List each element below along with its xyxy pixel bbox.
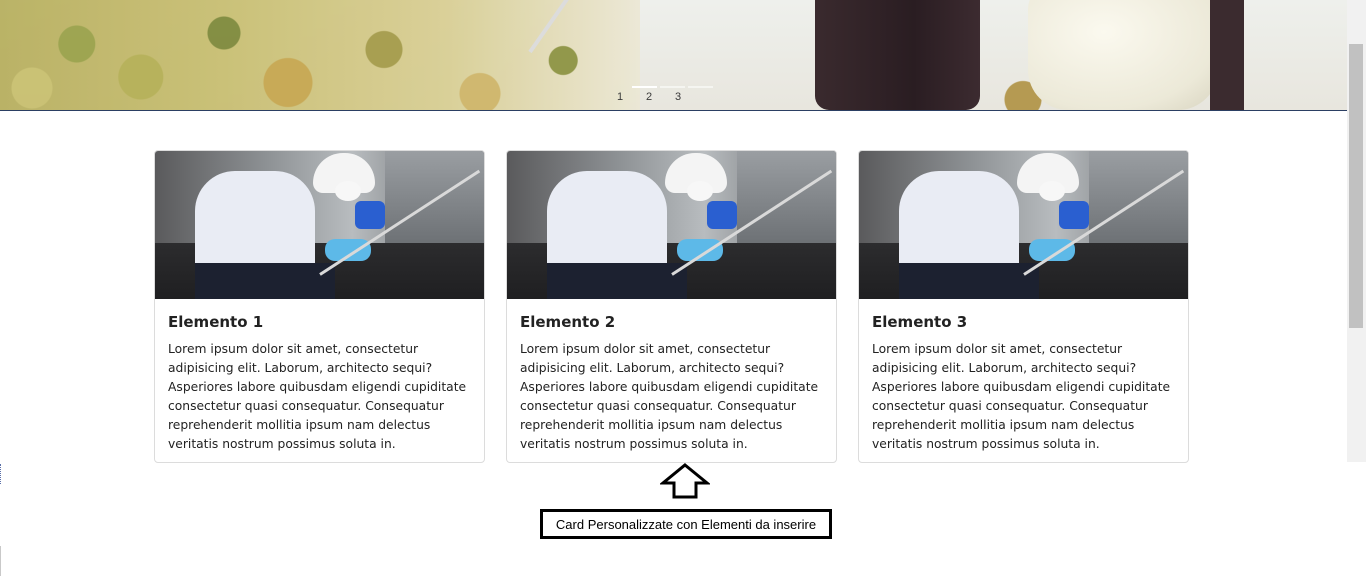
carousel-indicator-label[interactable]: 2 — [646, 91, 675, 103]
image-spray-tool — [707, 201, 737, 229]
annotation-label: Card Personalizzate con Elementi da inse… — [540, 509, 832, 539]
card-body: Elemento 2 Lorem ipsum dolor sit amet, c… — [507, 299, 836, 462]
card-body: Elemento 3 Lorem ipsum dolor sit amet, c… — [859, 299, 1188, 462]
card-text: Lorem ipsum dolor sit amet, consectetur … — [168, 342, 467, 451]
page-edge-divider — [0, 546, 1, 576]
carousel-indicators — [632, 86, 713, 88]
carousel-indicator-label[interactable]: 1 — [617, 91, 646, 103]
card-title: Elemento 1 — [168, 313, 264, 331]
card-title: Elemento 2 — [520, 313, 616, 331]
image-spray-tool — [1059, 201, 1089, 229]
image-technician-pants — [547, 263, 687, 299]
card-text: Lorem ipsum dolor sit amet, consectetur … — [520, 342, 819, 451]
hero-spray-tank — [1028, 0, 1218, 110]
hero-foliage-image — [0, 0, 640, 110]
annotation-text: Card Personalizzate con Elementi da inse… — [555, 516, 817, 532]
image-spray-tool — [355, 201, 385, 229]
focus-marker — [0, 464, 2, 484]
card-1: Elemento 1 Lorem ipsum dolor sit amet, c… — [154, 150, 485, 463]
carousel-indicator-1[interactable] — [632, 86, 657, 88]
carousel-indicator-3[interactable] — [688, 86, 713, 88]
hero-carousel: 123 — [0, 0, 1347, 111]
image-technician-mask — [335, 181, 361, 201]
card-text: Lorem ipsum dolor sit amet, consectetur … — [872, 342, 1171, 451]
image-technician-pants — [195, 263, 335, 299]
card-image — [507, 151, 836, 299]
hero-technician-legs — [815, 0, 980, 110]
image-technician-mask — [1039, 181, 1065, 201]
image-technician-pants — [899, 263, 1039, 299]
image-technician-mask — [687, 181, 713, 201]
carousel-indicator-labels: 123 — [617, 91, 704, 103]
card-body: Elemento 1 Lorem ipsum dolor sit amet, c… — [155, 299, 484, 462]
carousel-indicator-label[interactable]: 3 — [675, 91, 704, 103]
card-title: Elemento 3 — [872, 313, 968, 331]
page: 123 Elemento 1 Lorem ipsum dolor sit ame… — [0, 0, 1366, 576]
hero-technician-arm — [1210, 0, 1244, 110]
card-2: Elemento 2 Lorem ipsum dolor sit amet, c… — [506, 150, 837, 463]
scrollbar-thumb[interactable] — [1349, 44, 1363, 328]
card-image — [155, 151, 484, 299]
card-image — [859, 151, 1188, 299]
card-3: Elemento 3 Lorem ipsum dolor sit amet, c… — [858, 150, 1189, 463]
carousel-indicator-2[interactable] — [660, 86, 685, 88]
up-arrow-icon — [660, 463, 710, 499]
